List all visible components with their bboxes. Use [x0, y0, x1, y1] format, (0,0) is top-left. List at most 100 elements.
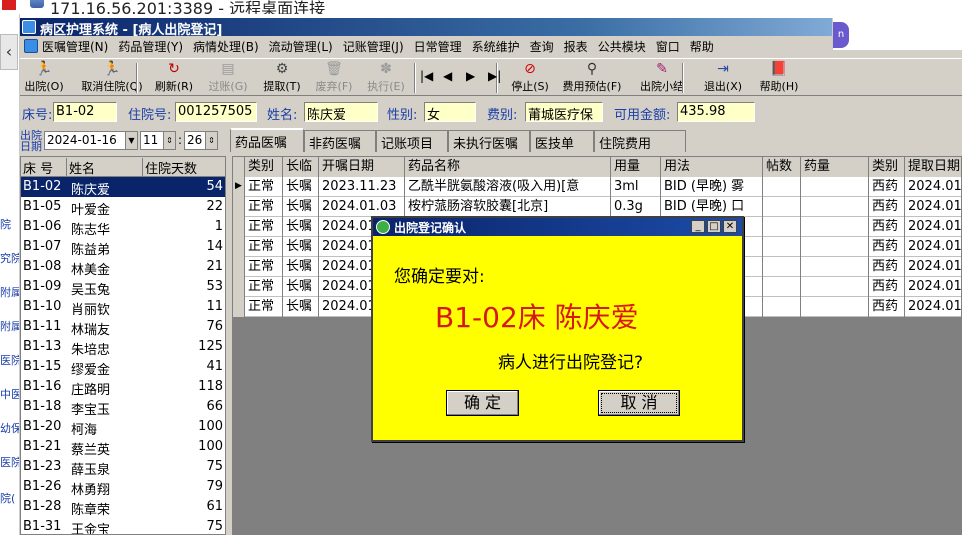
minute-value: 26: [187, 133, 203, 147]
menu-item[interactable]: 日常管理: [414, 38, 462, 55]
side-panel-badge-icon[interactable]: n: [833, 22, 849, 48]
discharge-date-picker[interactable]: 2024-01-16 ▼: [44, 131, 138, 150]
patient-row[interactable]: B1-20 柯海 100: [21, 417, 225, 438]
prev-record-icon[interactable]: ◀: [443, 69, 452, 83]
column-header[interactable]: 提取日期: [905, 157, 961, 177]
maximize-icon[interactable]: □: [707, 220, 721, 233]
spin-icon[interactable]: ⇕: [163, 132, 175, 149]
name-field[interactable]: 陈庆爱: [304, 102, 378, 122]
last-record-icon[interactable]: ▶|: [488, 69, 501, 83]
column-header[interactable]: 住院天数: [143, 158, 225, 177]
patient-row[interactable]: B1-16 庄路明 118: [21, 377, 225, 398]
column-header[interactable]: 用法: [661, 157, 763, 177]
toolbar-button[interactable]: ✽ 执行(E): [364, 61, 408, 95]
row-pointer-icon: [233, 277, 245, 297]
column-header[interactable]: 药量: [801, 157, 869, 177]
toolbar-button[interactable]: ⇥ 退出(X): [700, 61, 746, 95]
order-cell: 西药: [869, 277, 905, 297]
order-row[interactable]: 正常 长嘱 2024.01.03 桉柠蒎肠溶软胶囊[北京] 0.3g BID (早晚) 口…: [233, 197, 961, 217]
menu-item[interactable]: 系统维护: [472, 38, 520, 55]
tab-order[interactable]: 药品医嘱: [230, 128, 304, 152]
menu-item[interactable]: 药品管理(Y): [118, 38, 183, 55]
patient-row[interactable]: B1-10 肖丽钦 11: [21, 297, 225, 318]
patient-row[interactable]: B1-13 朱培忠 125: [21, 337, 225, 358]
toolbar-button[interactable]: 📕 帮助(H): [754, 61, 804, 95]
menu-item[interactable]: 医嘱管理(N): [42, 38, 108, 55]
column-header[interactable]: 床 号: [21, 158, 67, 177]
column-header[interactable]: 类别: [245, 157, 283, 177]
toolbar-button[interactable]: ⚲ 费用预估(F): [560, 61, 624, 95]
menu-app-icon[interactable]: [24, 39, 38, 53]
patient-row[interactable]: B1-08 林美金 21: [21, 257, 225, 278]
first-record-icon[interactable]: |◀: [420, 69, 433, 83]
patient-row[interactable]: B1-28 陈章荣 61: [21, 497, 225, 518]
hour-stepper[interactable]: 11 ⇕: [140, 131, 176, 150]
chevron-down-icon[interactable]: ▼: [125, 132, 137, 149]
cancel-button[interactable]: 取 消: [598, 390, 680, 416]
tab-order[interactable]: 住院费用: [594, 130, 686, 152]
menu-item[interactable]: 帮助: [690, 38, 714, 55]
patient-row[interactable]: B1-23 薛玉泉 75: [21, 457, 225, 478]
minimize-icon[interactable]: _: [691, 220, 705, 233]
order-cell: 2024.01: [905, 257, 961, 277]
patient-row[interactable]: B1-26 林勇翔 79: [21, 477, 225, 498]
patient-row[interactable]: B1-18 李宝玉 66: [21, 397, 225, 418]
column-header[interactable]: 帖数: [763, 157, 801, 177]
admission-no-field[interactable]: 001257505: [175, 102, 257, 122]
patient-row[interactable]: B1-15 缪爱金 41: [21, 357, 225, 378]
column-header[interactable]: 开嘱日期: [319, 157, 405, 177]
minute-stepper[interactable]: 26 ⇕: [184, 131, 218, 150]
menu-item[interactable]: 记账管理(J): [343, 38, 404, 55]
toolbar-button[interactable]: ⊘ 停止(S): [508, 61, 552, 95]
patient-row[interactable]: B1-21 蔡兰英 100: [21, 437, 225, 458]
name-cell: 林勇翔: [71, 483, 111, 498]
toolbar-button[interactable]: ↻ 刷新(R): [154, 61, 194, 95]
menu-item[interactable]: 查询: [530, 38, 554, 55]
order-cell: 正常: [245, 297, 283, 317]
order-cell: 2024.01: [905, 277, 961, 297]
order-row[interactable]: ▶ 正常 长嘱 2023.11.23 乙酰半胱氨酸溶液(吸入用)[意 3ml BID (早晚…: [233, 177, 961, 197]
chevron-left-icon[interactable]: ‹: [0, 34, 18, 70]
menu-item[interactable]: 报表: [564, 38, 588, 55]
next-record-icon[interactable]: ▶: [466, 69, 475, 83]
bed-field[interactable]: B1-02: [53, 102, 117, 122]
patient-row[interactable]: B1-06 陈志华 1: [21, 217, 225, 238]
days-cell: 14: [206, 239, 223, 254]
tab-order[interactable]: 医技单: [530, 130, 594, 152]
menu-item[interactable]: 病情处理(B): [193, 38, 259, 55]
patient-row[interactable]: B1-07 陈益弟 14: [21, 237, 225, 258]
tab-order[interactable]: 非药医嘱: [304, 130, 376, 152]
order-cell: 正常: [245, 257, 283, 277]
column-header[interactable]: 姓名: [67, 158, 143, 177]
order-cell: 正常: [245, 237, 283, 257]
patient-row[interactable]: B1-11 林瑞友 76: [21, 317, 225, 338]
close-icon[interactable]: ✕: [723, 220, 737, 233]
tab-order[interactable]: 未执行医嘱: [448, 130, 530, 152]
patient-row[interactable]: B1-02 陈庆爱 54: [21, 177, 225, 198]
discharge-button[interactable]: 🏃 出院(O): [22, 61, 66, 95]
tab-order[interactable]: 记账项目: [376, 130, 448, 152]
order-cell: 长嘱: [283, 217, 319, 237]
run-person-icon: 🏃: [103, 61, 121, 77]
toolbar-button[interactable]: ▤ 过账(G): [206, 61, 250, 95]
column-header[interactable]: 类别: [869, 157, 905, 177]
patient-row[interactable]: B1-31 王金宝 75: [21, 517, 225, 534]
menu-item[interactable]: 公共模块: [598, 38, 646, 55]
gender-field[interactable]: 女: [424, 102, 476, 122]
balance-field[interactable]: 435.98: [677, 102, 755, 122]
toolbar-button[interactable]: 🗑 废弃(F): [312, 61, 356, 95]
patient-row[interactable]: B1-09 吴玉兔 53: [21, 277, 225, 298]
column-header[interactable]: 长临: [283, 157, 319, 177]
toolbar-button[interactable]: ⚙ 提取(T): [260, 61, 304, 95]
fee-type-field[interactable]: 莆城医疗保: [525, 102, 603, 122]
spin-icon[interactable]: ⇕: [205, 132, 217, 149]
days-cell: 79: [206, 479, 223, 494]
confirm-button[interactable]: 确 定: [446, 390, 519, 416]
menu-item[interactable]: 流动管理(L): [269, 38, 333, 55]
menu-item[interactable]: 窗口: [656, 38, 680, 55]
patient-row[interactable]: B1-05 叶爱金 22: [21, 197, 225, 218]
column-header[interactable]: 用量: [611, 157, 661, 177]
order-cell: 2024.01: [905, 177, 961, 197]
column-header[interactable]: 药品名称: [405, 157, 611, 177]
name-cell: 陈庆爱: [71, 183, 111, 198]
